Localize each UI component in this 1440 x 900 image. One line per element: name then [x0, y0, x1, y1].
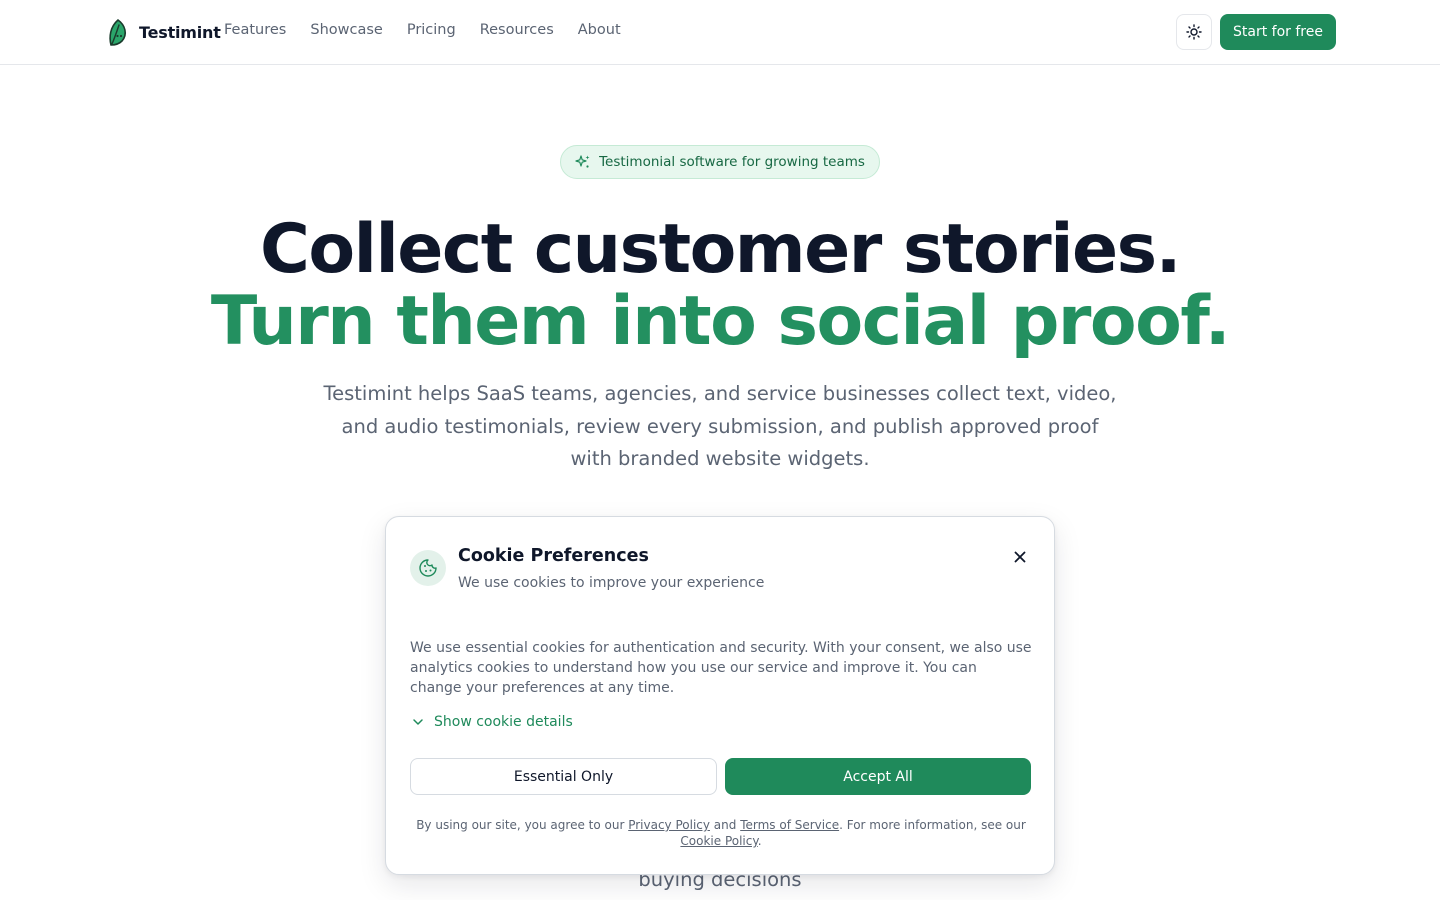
close-icon	[1014, 551, 1026, 563]
cookie-dialog-title: Cookie Preferences	[458, 546, 649, 566]
leaf-logo-icon	[109, 19, 127, 46]
nav-item-showcase[interactable]: Showcase	[310, 22, 382, 38]
start-for-free-button[interactable]: Start for free	[1220, 14, 1336, 50]
nav-item-about[interactable]: About	[578, 22, 621, 38]
sun-icon	[1186, 24, 1202, 40]
cookie-legal-notice: By using our site, you agree to our Priv…	[410, 817, 1032, 849]
legal-and: and	[709, 818, 741, 832]
close-dialog-button[interactable]	[1008, 546, 1032, 568]
privacy-policy-link[interactable]: Privacy Policy	[628, 818, 710, 832]
terms-of-service-link[interactable]: Terms of Service	[740, 818, 839, 832]
legal-middle: . For more information, see our	[839, 818, 1026, 832]
legal-prefix: By using our site, you agree to our	[416, 818, 629, 832]
brand-name: Testimint	[139, 22, 221, 42]
main-nav: Features Showcase Pricing Resources Abou…	[224, 22, 645, 38]
show-cookie-details-label: Show cookie details	[434, 714, 573, 730]
theme-toggle-button[interactable]	[1176, 14, 1212, 50]
hero-badge-text: Testimonial software for growing teams	[599, 154, 865, 170]
site-header: Testimint Features Showcase Pricing Reso…	[0, 0, 1440, 65]
show-cookie-details-toggle[interactable]: Show cookie details	[410, 714, 573, 730]
cookie-dialog-body: We use essential cookies for authenticat…	[410, 640, 1032, 696]
chevron-down-icon	[413, 719, 423, 725]
essential-only-button[interactable]: Essential Only	[410, 758, 717, 795]
cookie-icon	[419, 559, 437, 577]
legal-suffix: .	[757, 834, 762, 848]
accept-all-button[interactable]: Accept All	[725, 758, 1031, 795]
cookie-icon-badge	[410, 550, 446, 586]
nav-item-features[interactable]: Features	[224, 22, 286, 38]
nav-item-pricing[interactable]: Pricing	[407, 22, 456, 38]
hero-headline-line-2: Turn them into social proof.	[210, 282, 1231, 361]
cookie-dialog-subtitle: We use cookies to improve your experienc…	[458, 575, 765, 591]
hero-subtitle: Testimint helps SaaS teams, agencies, an…	[323, 382, 1117, 470]
cookie-preferences-dialog: Cookie Preferences We use cookies to imp…	[385, 516, 1055, 875]
brand[interactable]: Testimint	[107, 17, 221, 47]
cookie-policy-link[interactable]: Cookie Policy	[680, 834, 757, 848]
sparkles-icon	[575, 155, 590, 168]
nav-item-resources[interactable]: Resources	[480, 22, 554, 38]
hero-badge: Testimonial software for growing teams	[560, 145, 880, 179]
